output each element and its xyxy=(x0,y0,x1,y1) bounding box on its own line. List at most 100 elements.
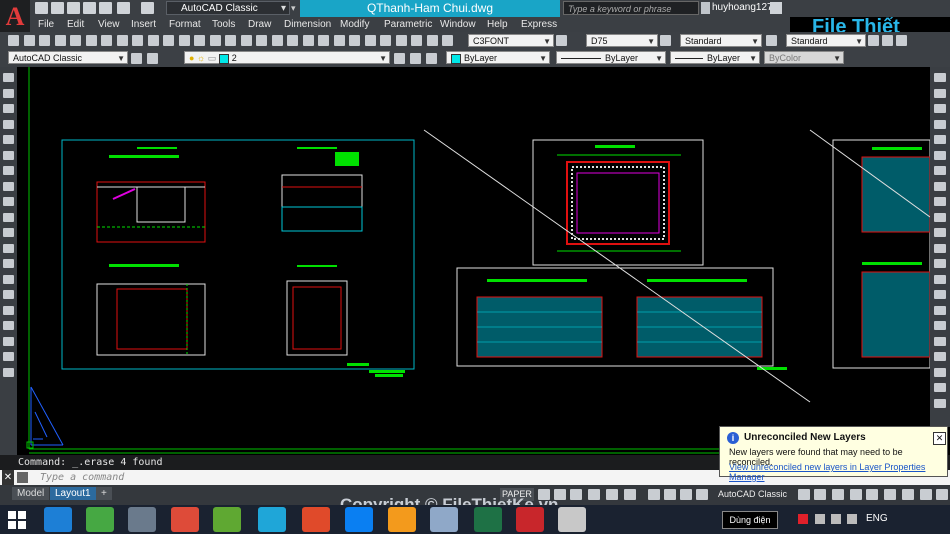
command-input[interactable]: Type a command xyxy=(40,470,124,485)
chrome-icon[interactable] xyxy=(171,507,199,532)
plotstyle-combo[interactable]: ByColor ▼ xyxy=(764,51,844,64)
color-combo[interactable]: ByLayer ▼ xyxy=(446,51,550,64)
status-toggle-icon[interactable] xyxy=(814,489,826,500)
layer-properties-icon[interactable] xyxy=(147,53,158,64)
linetype-combo[interactable]: ByLayer ▼ xyxy=(556,51,666,64)
status-workspace[interactable]: AutoCAD Classic xyxy=(718,488,787,501)
menu-draw[interactable]: Draw xyxy=(248,17,271,32)
toolbar-button-icon[interactable] xyxy=(272,35,283,46)
draw-tool-icon[interactable] xyxy=(3,182,14,191)
toolbar-button-icon[interactable] xyxy=(148,35,159,46)
modify-tool-icon[interactable] xyxy=(934,135,946,144)
status-toggle-icon[interactable] xyxy=(680,489,692,500)
status-toggle-icon[interactable] xyxy=(850,489,862,500)
modify-tool-icon[interactable] xyxy=(934,352,946,361)
draw-tool-icon[interactable] xyxy=(3,259,14,268)
antivirus-tray-icon[interactable] xyxy=(798,514,808,524)
utorrent-icon[interactable] xyxy=(86,507,114,532)
modify-tool-icon[interactable] xyxy=(934,197,946,206)
draw-tool-icon[interactable] xyxy=(3,73,14,82)
volume-tray-icon[interactable] xyxy=(847,514,857,524)
workspace-select[interactable]: AutoCAD Classic ▾ xyxy=(166,1,290,15)
toolbar-button-icon[interactable] xyxy=(349,35,360,46)
toolbar-button-icon[interactable] xyxy=(194,35,205,46)
toolbar-button-icon[interactable] xyxy=(303,35,314,46)
status-toggle-icon[interactable] xyxy=(920,489,932,500)
zalo-icon[interactable] xyxy=(345,507,373,532)
menu-view[interactable]: View xyxy=(98,17,120,32)
windows-start-icon[interactable] xyxy=(8,511,26,529)
gear-icon[interactable] xyxy=(131,53,142,64)
draw-tool-icon[interactable] xyxy=(3,120,14,129)
layer-previous-icon[interactable] xyxy=(426,53,437,64)
toolbar-button-icon[interactable] xyxy=(8,35,19,46)
draw-tool-icon[interactable] xyxy=(3,306,14,315)
binoculars-icon[interactable] xyxy=(701,2,710,14)
internet-explorer-icon[interactable] xyxy=(44,507,72,532)
viewport-center-top[interactable] xyxy=(532,139,704,266)
quickaccess-dropdown-icon[interactable]: ▾ xyxy=(291,1,299,15)
menu-express[interactable]: Express xyxy=(521,17,557,32)
toolbar-button-icon[interactable] xyxy=(132,35,143,46)
modify-tool-icon[interactable] xyxy=(934,321,946,330)
draw-tool-icon[interactable] xyxy=(3,275,14,284)
modify-tool-icon[interactable] xyxy=(934,337,946,346)
modify-tool-icon[interactable] xyxy=(934,306,946,315)
toolbar-button-icon[interactable] xyxy=(179,35,190,46)
menu-tools[interactable]: Tools xyxy=(212,17,235,32)
toolbar-button-icon[interactable] xyxy=(101,35,112,46)
toolbar-button-icon[interactable] xyxy=(396,35,407,46)
dim-style-combo[interactable]: D75 ▼ xyxy=(586,34,658,47)
text-style-combo[interactable]: C3FONT ▼ xyxy=(468,34,554,47)
status-toggle-icon[interactable] xyxy=(832,489,844,500)
toolbar-button-icon[interactable] xyxy=(287,35,298,46)
network-tray-icon[interactable] xyxy=(815,514,825,524)
toolbar-button-icon[interactable] xyxy=(556,35,567,46)
draw-tool-icon[interactable] xyxy=(3,228,14,237)
user-name[interactable]: huyhoang127 xyxy=(712,1,773,15)
draw-tool-icon[interactable] xyxy=(3,197,14,206)
qplot-icon[interactable] xyxy=(99,2,112,14)
modify-tool-icon[interactable] xyxy=(934,151,946,160)
modify-tool-icon[interactable] xyxy=(934,290,946,299)
toolbar-button-icon[interactable] xyxy=(766,35,777,46)
tool-icon[interactable] xyxy=(128,507,156,532)
multileader-style-combo[interactable]: Standard ▼ xyxy=(786,34,866,47)
viewport-center-bottom[interactable] xyxy=(456,267,787,370)
menu-edit[interactable]: Edit xyxy=(67,17,84,32)
menu-modify[interactable]: Modify xyxy=(340,17,369,32)
draw-tool-icon[interactable] xyxy=(3,321,14,330)
make-current-layer-icon[interactable] xyxy=(394,53,405,64)
toolbar-button-icon[interactable] xyxy=(39,35,50,46)
draw-tool-icon[interactable] xyxy=(3,89,14,98)
draw-tool-icon[interactable] xyxy=(3,368,14,377)
toolbar-button-icon[interactable] xyxy=(24,35,35,46)
toolbar-button-icon[interactable] xyxy=(241,35,252,46)
table-style-combo[interactable]: Standard ▼ xyxy=(680,34,762,47)
toolbar-button-icon[interactable] xyxy=(117,35,128,46)
status-toggle-icon[interactable] xyxy=(648,489,660,500)
tab-layout1[interactable]: Layout1 xyxy=(50,487,96,500)
modify-tool-icon[interactable] xyxy=(934,213,946,222)
autocad-taskbar-icon[interactable] xyxy=(516,507,544,532)
toolbar-button-icon[interactable] xyxy=(318,35,329,46)
layer-combo[interactable]: ● ☼ ▭ 2 ▼ xyxy=(184,51,390,64)
status-toggle-icon[interactable] xyxy=(538,489,550,500)
qnew-icon[interactable] xyxy=(35,2,48,14)
draw-tool-icon[interactable] xyxy=(3,213,14,222)
toolbar-button-icon[interactable] xyxy=(365,35,376,46)
draw-tool-icon[interactable] xyxy=(3,166,14,175)
toolbar-button-icon[interactable] xyxy=(660,35,671,46)
undo-icon[interactable] xyxy=(117,2,130,14)
status-toggle-icon[interactable] xyxy=(554,489,566,500)
modify-tool-icon[interactable] xyxy=(934,383,946,392)
qsave-icon[interactable] xyxy=(67,2,80,14)
toolbar-button-icon[interactable] xyxy=(210,35,221,46)
toolbar-button-icon[interactable] xyxy=(411,35,422,46)
qopen-icon[interactable] xyxy=(51,2,64,14)
layer-match-icon[interactable] xyxy=(410,53,421,64)
status-toggle-icon[interactable] xyxy=(664,489,676,500)
draw-tool-icon[interactable] xyxy=(3,352,14,361)
language-indicator[interactable]: ENG xyxy=(866,512,888,526)
status-toggle-icon[interactable] xyxy=(798,489,810,500)
